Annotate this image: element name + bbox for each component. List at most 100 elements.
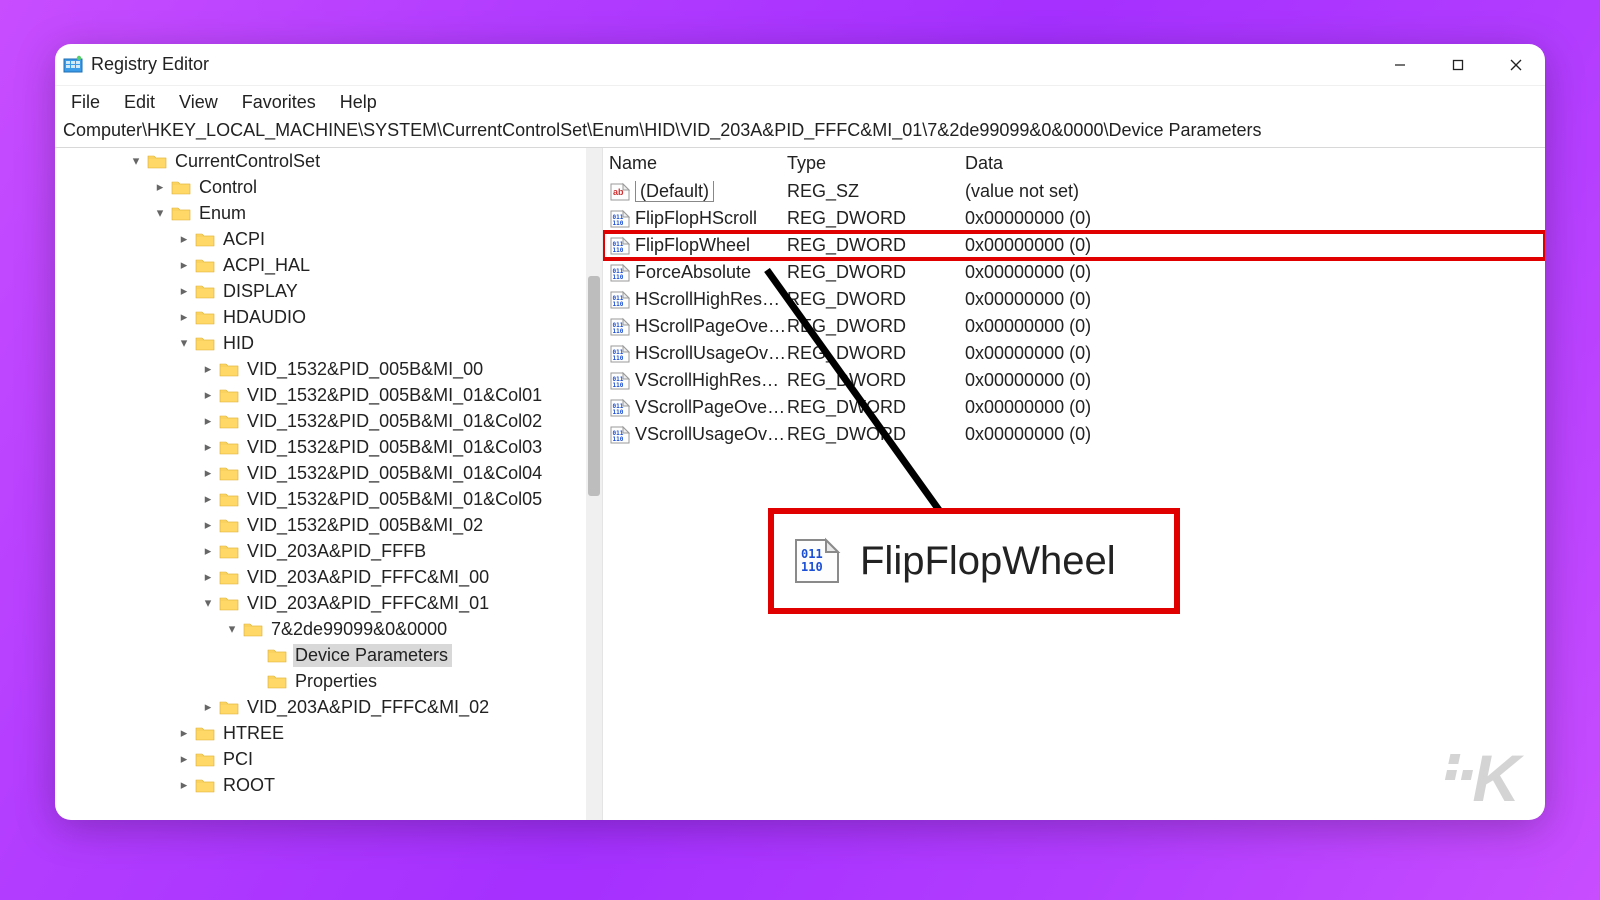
tree-item[interactable]: ▾HID	[55, 330, 586, 356]
tree-item[interactable]: ▸PCI	[55, 746, 586, 772]
chevron-right-icon[interactable]: ▸	[199, 413, 217, 429]
registry-binary-icon	[609, 344, 631, 364]
tree-item[interactable]: ▾7&2de99099&0&0000	[55, 616, 586, 642]
maximize-button[interactable]	[1429, 44, 1487, 86]
chevron-down-icon[interactable]: ▾	[151, 205, 169, 221]
chevron-right-icon[interactable]: ▸	[199, 699, 217, 715]
chevron-right-icon[interactable]: ▸	[175, 257, 193, 273]
value-row[interactable]: HScrollHighResol...REG_DWORD0x00000000 (…	[603, 286, 1545, 313]
tree-item[interactable]: ▸VID_1532&PID_005B&MI_00	[55, 356, 586, 382]
chevron-right-icon[interactable]: ▸	[199, 439, 217, 455]
menu-help[interactable]: Help	[328, 88, 389, 117]
value-row[interactable]: VScrollUsageOve...REG_DWORD0x00000000 (0…	[603, 421, 1545, 448]
value-row[interactable]: VScrollHighResol...REG_DWORD0x00000000 (…	[603, 367, 1545, 394]
tree-item-label: ACPI	[221, 228, 269, 251]
chevron-right-icon[interactable]: ▸	[175, 777, 193, 793]
tree-item[interactable]: ▸ VID_1532&PID_005B&MI_01&Col03	[55, 434, 586, 460]
tree-item[interactable]: ▸ VID_203A&PID_FFFB	[55, 538, 586, 564]
tree-item[interactable]: ▸HTREE	[55, 720, 586, 746]
tree-item-label: HDAUDIO	[221, 306, 310, 329]
tree-item[interactable]: ▸ DISPLAY	[55, 278, 586, 304]
value-data: (value not set)	[965, 181, 1545, 202]
chevron-right-icon[interactable]: ▸	[199, 465, 217, 481]
minimize-button[interactable]	[1371, 44, 1429, 86]
tree-item[interactable]: ▸ACPI_HAL	[55, 252, 586, 278]
close-button[interactable]	[1487, 44, 1545, 86]
chevron-right-icon[interactable]: ▸	[175, 283, 193, 299]
window-title: Registry Editor	[91, 54, 209, 75]
column-headers[interactable]: Name Type Data	[603, 148, 1545, 178]
column-data[interactable]: Data	[965, 153, 1545, 174]
chevron-right-icon[interactable]: ▸	[199, 491, 217, 507]
tree-item[interactable]: ▸VID_1532&PID_005B&MI_02	[55, 512, 586, 538]
chevron-down-icon[interactable]: ▾	[175, 335, 193, 351]
tree-scrollbar-thumb[interactable]	[588, 276, 600, 496]
column-name[interactable]: Name	[609, 153, 787, 174]
value-type: REG_SZ	[787, 181, 965, 202]
value-row[interactable]: (Default)REG_SZ(value not set)	[603, 178, 1545, 205]
tree-item-label: VID_1532&PID_005B&MI_01&Col05	[245, 488, 546, 511]
tree-pane: ▾CurrentControlSet▸Control▾Enum ▸ ACPI▸ACP…	[55, 148, 603, 820]
value-type: REG_DWORD	[787, 289, 965, 310]
menu-file[interactable]: File	[59, 88, 112, 117]
value-data: 0x00000000 (0)	[965, 289, 1545, 310]
chevron-right-icon[interactable]: ▸	[199, 569, 217, 585]
value-row[interactable]: FlipFlopHScrollREG_DWORD0x00000000 (0)	[603, 205, 1545, 232]
tree-item[interactable]: ▾Enum	[55, 200, 586, 226]
folder-icon	[195, 309, 215, 325]
chevron-right-icon[interactable]: ▸	[199, 543, 217, 559]
folder-icon	[171, 179, 191, 195]
menu-view[interactable]: View	[167, 88, 230, 117]
tree-item[interactable]: ▾CurrentControlSet	[55, 148, 586, 174]
chevron-right-icon[interactable]: ▸	[151, 179, 169, 195]
chevron-right-icon[interactable]: ▸	[199, 387, 217, 403]
value-row[interactable]: ForceAbsoluteREG_DWORD0x00000000 (0)	[603, 259, 1545, 286]
tree-item[interactable]: ▸VID_1532&PID_005B&MI_01&Col02	[55, 408, 586, 434]
watermark: K	[1440, 740, 1517, 816]
watermark-letter: K	[1472, 740, 1517, 816]
tree-item[interactable]: ▸Properties	[55, 668, 586, 694]
content-body: ▾CurrentControlSet▸Control▾Enum ▸ ACPI▸ACP…	[55, 148, 1545, 820]
tree-item[interactable]: ▸VID_203A&PID_FFFC&MI_00	[55, 564, 586, 590]
registry-string-icon	[609, 182, 631, 202]
chevron-right-icon[interactable]: ▸	[175, 231, 193, 247]
folder-icon	[195, 335, 215, 351]
address-bar[interactable]: Computer\HKEY_LOCAL_MACHINE\SYSTEM\Curre…	[55, 118, 1545, 148]
value-row[interactable]: VScrollPageOverr...REG_DWORD0x00000000 (…	[603, 394, 1545, 421]
tree-item[interactable]: ▸VID_203A&PID_FFFC&MI_02	[55, 694, 586, 720]
tree-item[interactable]: ▸ VID_1532&PID_005B&MI_01&Col05	[55, 486, 586, 512]
chevron-right-icon[interactable]: ▸	[175, 725, 193, 741]
tree-item[interactable]: ▸VID_1532&PID_005B&MI_01&Col04	[55, 460, 586, 486]
tree-item[interactable]: ▸ ACPI	[55, 226, 586, 252]
chevron-right-icon[interactable]: ▸	[175, 751, 193, 767]
tree-item[interactable]: ▾VID_203A&PID_FFFC&MI_01	[55, 590, 586, 616]
value-row[interactable]: HScrollUsageOve...REG_DWORD0x00000000 (0…	[603, 340, 1545, 367]
menu-edit[interactable]: Edit	[112, 88, 167, 117]
chevron-down-icon[interactable]: ▾	[127, 153, 145, 169]
tree-item[interactable]: ▸Control	[55, 174, 586, 200]
menu-favorites[interactable]: Favorites	[230, 88, 328, 117]
value-name: VScrollHighResol...	[635, 370, 787, 391]
column-type[interactable]: Type	[787, 153, 965, 174]
chevron-down-icon[interactable]: ▾	[199, 595, 217, 611]
chevron-down-icon[interactable]: ▾	[223, 621, 241, 637]
chevron-right-icon[interactable]: ▸	[199, 517, 217, 533]
chevron-right-icon[interactable]: ▸	[199, 361, 217, 377]
tree-item[interactable]: ▸Device Parameters	[55, 642, 586, 668]
folder-icon	[219, 361, 239, 377]
tree-item-label: VID_203A&PID_FFFB	[245, 540, 430, 563]
tree-scrollbar[interactable]	[586, 148, 602, 820]
tree-item-label: DISPLAY	[221, 280, 302, 303]
tree-item-label: VID_1532&PID_005B&MI_01&Col03	[245, 436, 546, 459]
value-row[interactable]: HScrollPageOverr...REG_DWORD0x00000000 (…	[603, 313, 1545, 340]
titlebar: Registry Editor	[55, 44, 1545, 86]
value-name: FlipFlopHScroll	[635, 208, 787, 229]
tree-item[interactable]: ▸ HDAUDIO	[55, 304, 586, 330]
tree-scroll-area[interactable]: ▾CurrentControlSet▸Control▾Enum ▸ ACPI▸ACP…	[55, 148, 586, 820]
tree-item[interactable]: ▸ROOT	[55, 772, 586, 798]
chevron-right-icon[interactable]: ▸	[175, 309, 193, 325]
value-row[interactable]: FlipFlopWheelREG_DWORD0x00000000 (0)	[603, 232, 1545, 259]
tree-item[interactable]: ▸VID_1532&PID_005B&MI_01&Col01	[55, 382, 586, 408]
value-type: REG_DWORD	[787, 397, 965, 418]
value-name: (Default)	[635, 181, 787, 202]
